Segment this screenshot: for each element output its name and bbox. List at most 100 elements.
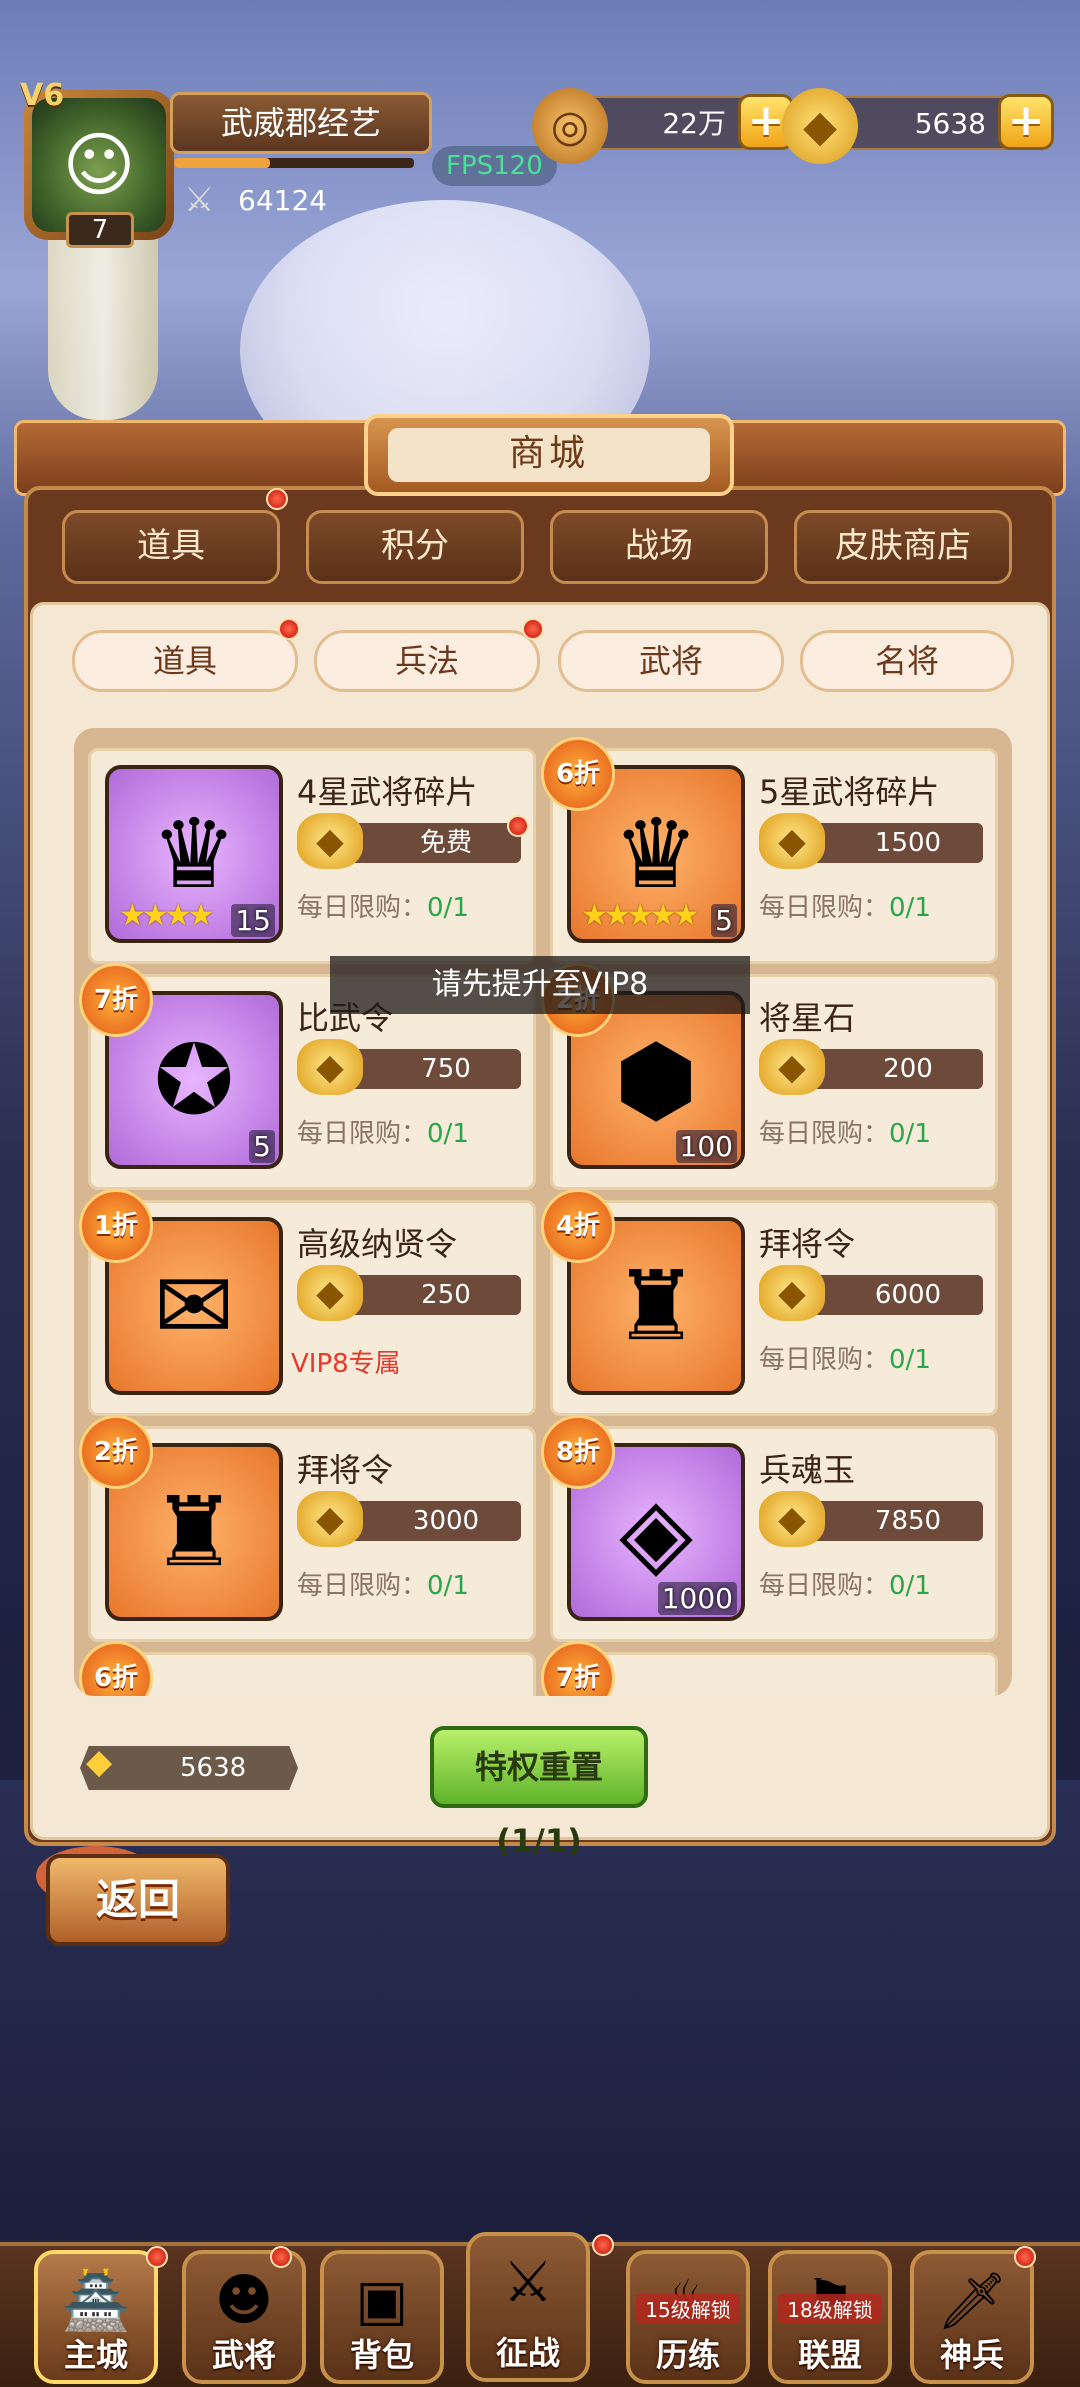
- gold-ingot-icon: ◆: [759, 1039, 825, 1095]
- shop-item-card[interactable]: ♛ ★★★★★ 5 6折 5星武将碎片 1500 ◆ 每日限购：0/1: [541, 737, 998, 964]
- nav-label: 神兵: [939, 2336, 1004, 2374]
- limit-label: 每日限购：: [759, 893, 890, 923]
- discount-badge: 7折: [79, 963, 153, 1037]
- gold-ingot-icon: ◆: [297, 1491, 363, 1547]
- shop-item-card[interactable]: ♛ ★★★★ 15 4星武将碎片 免费 ◆ 每日限购：0/1: [88, 748, 536, 964]
- main-tab-points[interactable]: 积分: [306, 510, 524, 584]
- warrior-icon: ☻: [214, 2268, 274, 2333]
- sub-tab-famous-generals[interactable]: 名将: [800, 630, 1014, 692]
- sub-tab-label: 名将: [874, 642, 939, 680]
- discount-badge: 4折: [541, 1189, 615, 1263]
- castle-icon: 🏯: [61, 2269, 131, 2334]
- back-button[interactable]: 返回: [46, 1854, 230, 1946]
- item-name: 高级纳贤令: [297, 1225, 458, 1263]
- purchase-limit: 每日限购：0/1: [759, 1113, 931, 1150]
- unlock-level-label: 18级解锁: [778, 2294, 882, 2323]
- nav-label: 征战: [495, 2334, 560, 2372]
- discount-badge: 6折: [79, 1641, 153, 1696]
- add-gold-button[interactable]: +: [998, 94, 1054, 150]
- fps-counter: FPS120: [432, 146, 557, 186]
- gold-balance: ◆ 5638: [80, 1746, 298, 1790]
- sub-tab-generals[interactable]: 武将: [558, 630, 784, 692]
- item-quantity: 1000: [657, 1582, 737, 1615]
- shop-item-card-partial[interactable]: 6折: [79, 1641, 536, 1696]
- sub-tab-tactics-badge: [522, 618, 544, 640]
- shop-title-plate: 商城: [364, 414, 734, 496]
- purchase-limit: 每日限购：0/1: [297, 1565, 469, 1602]
- item-name: 兵魂玉: [759, 1451, 856, 1489]
- discount-badge: 8折: [541, 1415, 615, 1489]
- item-price: 250: [341, 1275, 521, 1315]
- gold-balance-value: 5638: [180, 1753, 247, 1783]
- nav-alliance[interactable]: ⚑ 18级解锁 联盟: [768, 2250, 892, 2384]
- item-quantity: 15: [231, 904, 275, 937]
- sub-tab-items[interactable]: 道具: [72, 630, 298, 692]
- main-tab-battlefield[interactable]: 战场: [550, 510, 768, 584]
- limit-label: 每日限购：: [297, 893, 428, 923]
- discount-badge: 2折: [79, 1415, 153, 1489]
- nav-badge: [592, 2234, 614, 2256]
- purchase-limit: 每日限购：0/1: [759, 887, 931, 924]
- nav-label: 联盟: [797, 2336, 862, 2374]
- shop-item-card[interactable]: ♜ 2折 拜将令 3000 ◆ 每日限购：0/1: [79, 1415, 536, 1642]
- gold-resource: ◆ 5638 +: [782, 88, 1054, 164]
- crossed-swords-icon: ⚔: [184, 180, 215, 220]
- item-price: 1500: [803, 823, 983, 863]
- item-quantity: 5: [711, 904, 737, 937]
- purchase-limit: 每日限购：0/1: [759, 1339, 931, 1376]
- gold-ingot-icon: ◆: [297, 1265, 363, 1321]
- sub-tab-tactics[interactable]: 兵法: [314, 630, 540, 692]
- nav-label: 历练: [655, 2336, 720, 2374]
- discount-badge: 7折: [541, 1641, 615, 1696]
- vip-exclusive-label: VIP8专属: [291, 1349, 401, 1379]
- item-price: 750: [341, 1049, 521, 1089]
- sword-icon: ⚔: [502, 2250, 554, 2315]
- main-tab-skin-shop[interactable]: 皮肤商店: [794, 510, 1012, 584]
- main-tab-label: 战场: [625, 526, 693, 566]
- gold-ingot-icon: ◆: [759, 1265, 825, 1321]
- blade-icon: 🗡: [936, 2269, 1008, 2334]
- star-rating: ★★★★★: [581, 898, 700, 933]
- discount-badge: 6折: [541, 737, 615, 811]
- exp-bar: [174, 158, 414, 168]
- nav-divine-weapon[interactable]: 🗡 神兵: [910, 2250, 1034, 2384]
- discount-badge: 1折: [79, 1189, 153, 1263]
- shop-item-card[interactable]: ♜ 4折 拜将令 6000 ◆ 每日限购：0/1: [541, 1189, 998, 1416]
- star-rating: ★★★★: [119, 898, 215, 933]
- privilege-reset-button[interactable]: 特权重置 (1/1): [430, 1726, 648, 1860]
- vip-requirement-toast: 请先提升至VIP8: [330, 956, 750, 1014]
- main-tab-items[interactable]: 道具: [62, 510, 280, 584]
- item-name: 将星石: [759, 999, 856, 1037]
- item-grid: ♛ ★★★★ 15 4星武将碎片 免费 ◆ 每日限购：0/1 ♛ ★★★★★ 5…: [74, 728, 1012, 1696]
- item-price: 200: [803, 1049, 983, 1089]
- nav-backpack[interactable]: ▣ 背包: [320, 2250, 444, 2384]
- main-tab-items-badge: [266, 488, 288, 510]
- shop-item-card[interactable]: ✉ 1折 高级纳贤令 250 ◆ VIP8专属: [79, 1189, 536, 1416]
- main-tab-label: 道具: [137, 526, 205, 566]
- nav-label: 主城: [63, 2336, 128, 2374]
- sub-tab-label: 兵法: [394, 642, 459, 680]
- shop-item-card-partial[interactable]: 7折: [541, 1641, 998, 1696]
- purchase-limit: 每日限购：0/1: [297, 1113, 469, 1150]
- item-price: 6000: [803, 1275, 983, 1315]
- nav-generals[interactable]: ☻ 武将: [182, 2250, 306, 2384]
- shop-item-card[interactable]: ◈ 1000 8折 兵魂玉 7850 ◆ 每日限购：0/1: [541, 1415, 998, 1642]
- nav-training[interactable]: ♨ 15级解锁 历练: [626, 2250, 750, 2384]
- sub-tab-label: 武将: [638, 642, 703, 680]
- sub-tab-label: 道具: [152, 642, 217, 680]
- gold-ingot-icon: ◆: [297, 1039, 363, 1095]
- nav-badge: [146, 2246, 168, 2268]
- copper-coin-icon: ◎: [532, 88, 608, 164]
- nav-main-city[interactable]: 🏯 主城: [34, 2250, 158, 2384]
- limit-value: 0/1: [889, 1345, 931, 1375]
- vip-level: V6: [20, 78, 65, 113]
- limit-value: 0/1: [889, 1119, 931, 1149]
- gold-ingot-icon: ◆: [759, 813, 825, 869]
- main-tab-label: 积分: [381, 526, 449, 566]
- purchase-limit: 每日限购：0/1: [297, 887, 469, 924]
- combat-power: 64124: [238, 184, 328, 217]
- limit-value: 0/1: [427, 1571, 469, 1601]
- gold-ingot-icon: ◆: [297, 813, 363, 869]
- limit-label: 每日限购：: [297, 1571, 428, 1601]
- nav-campaign[interactable]: ⚔ 征战: [466, 2232, 590, 2382]
